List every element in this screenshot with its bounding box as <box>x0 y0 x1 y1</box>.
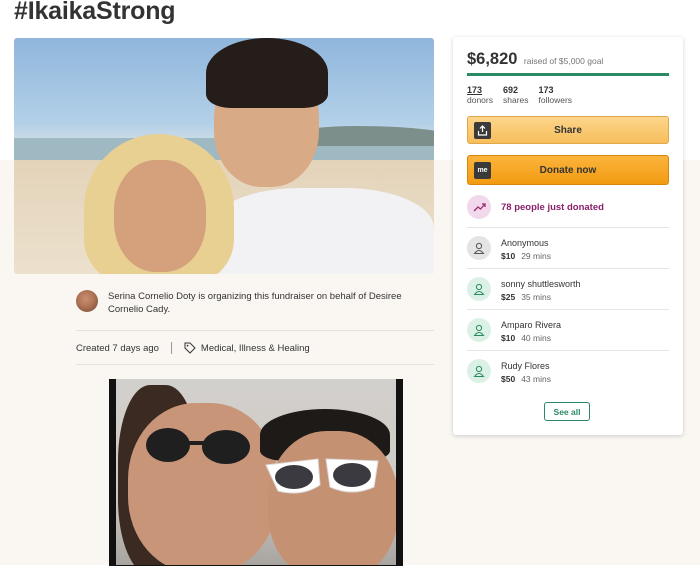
donate-label: Donate now <box>539 164 597 176</box>
fundraiser-meta: Created 7 days ago Medical, Illness & He… <box>76 342 310 354</box>
donation-item: Amparo Rivera $10 40 mins <box>467 309 669 350</box>
hero-photo <box>14 38 434 274</box>
donation-item: sonny shuttlesworth $25 35 mins <box>467 268 669 309</box>
share-icon <box>474 122 491 139</box>
recent-donations-trend: 78 people just donated <box>467 194 669 220</box>
donation-item: Rudy Flores $50 43 mins <box>467 350 669 391</box>
divider <box>76 364 434 365</box>
donate-button[interactable]: me Donate now <box>467 155 669 185</box>
trending-icon <box>467 195 491 219</box>
donation-detail: $10 40 mins <box>501 333 551 343</box>
donation-detail: $10 29 mins <box>501 251 551 261</box>
created-date: Created 7 days ago <box>76 342 159 354</box>
donors-label: donors <box>467 95 493 105</box>
organizer-text: Serina Cornelio Doty is organizing this … <box>108 291 402 315</box>
followers-count: 173 <box>538 85 554 95</box>
organizer-avatar[interactable] <box>76 290 98 312</box>
page-title: #IkaikaStrong <box>14 0 176 25</box>
donation-amount: $10 <box>501 333 516 343</box>
donation-card: $6,820 raised of $5,000 goal 173 donors … <box>453 37 683 435</box>
meta-separator <box>170 342 172 354</box>
anonymous-donor-icon <box>467 236 491 260</box>
shares-count: 692 <box>503 85 519 95</box>
raised-amount: $6,820 <box>467 50 518 68</box>
stat-followers: 173 followers <box>539 85 573 105</box>
donation-detail: $25 35 mins <box>501 292 551 302</box>
donor-heart-icon <box>467 359 491 383</box>
divider <box>76 330 434 331</box>
progress-fill <box>467 73 669 76</box>
donation-item: Anonymous $10 29 mins <box>467 227 669 268</box>
gofundme-icon: me <box>474 162 491 179</box>
donation-amount: $10 <box>501 251 516 261</box>
donation-time: 43 mins <box>521 374 551 384</box>
stat-donors[interactable]: 173 donors <box>467 85 493 105</box>
donor-name: sonny shuttlesworth <box>501 279 581 289</box>
goal-text: raised of $5,000 goal <box>523 56 604 66</box>
share-label: Share <box>554 124 582 136</box>
stats-row: 173 donors 692 shares 173 followers <box>467 85 582 105</box>
amount-raised: $6,820 raised of $5,000 goal <box>467 50 603 69</box>
story-photo <box>109 379 403 566</box>
donors-count[interactable]: 173 <box>467 85 493 95</box>
donation-amount: $25 <box>501 292 516 302</box>
donor-name: Rudy Flores <box>501 361 550 371</box>
donate-icon-text: me <box>477 167 488 174</box>
progress-bar <box>467 73 669 76</box>
see-all-button[interactable]: See all <box>544 402 590 421</box>
donation-time: 29 mins <box>521 251 551 261</box>
donation-time: 40 mins <box>521 333 551 343</box>
donation-detail: $50 43 mins <box>501 374 551 384</box>
followers-label: followers <box>538 95 573 105</box>
stat-shares: 692 shares <box>503 85 529 105</box>
category-link[interactable]: Medical, Illness & Healing <box>201 343 310 354</box>
donation-time: 35 mins <box>521 292 551 302</box>
tag-icon <box>184 342 196 354</box>
shares-label: shares <box>503 95 529 105</box>
donor-name: Anonymous <box>501 238 549 248</box>
trend-text: 78 people just donated <box>501 201 604 213</box>
share-button[interactable]: Share <box>467 116 669 144</box>
donation-amount: $50 <box>501 374 516 384</box>
donor-name: Amparo Rivera <box>501 320 562 330</box>
donor-heart-icon <box>467 318 491 342</box>
donor-heart-icon <box>467 277 491 301</box>
